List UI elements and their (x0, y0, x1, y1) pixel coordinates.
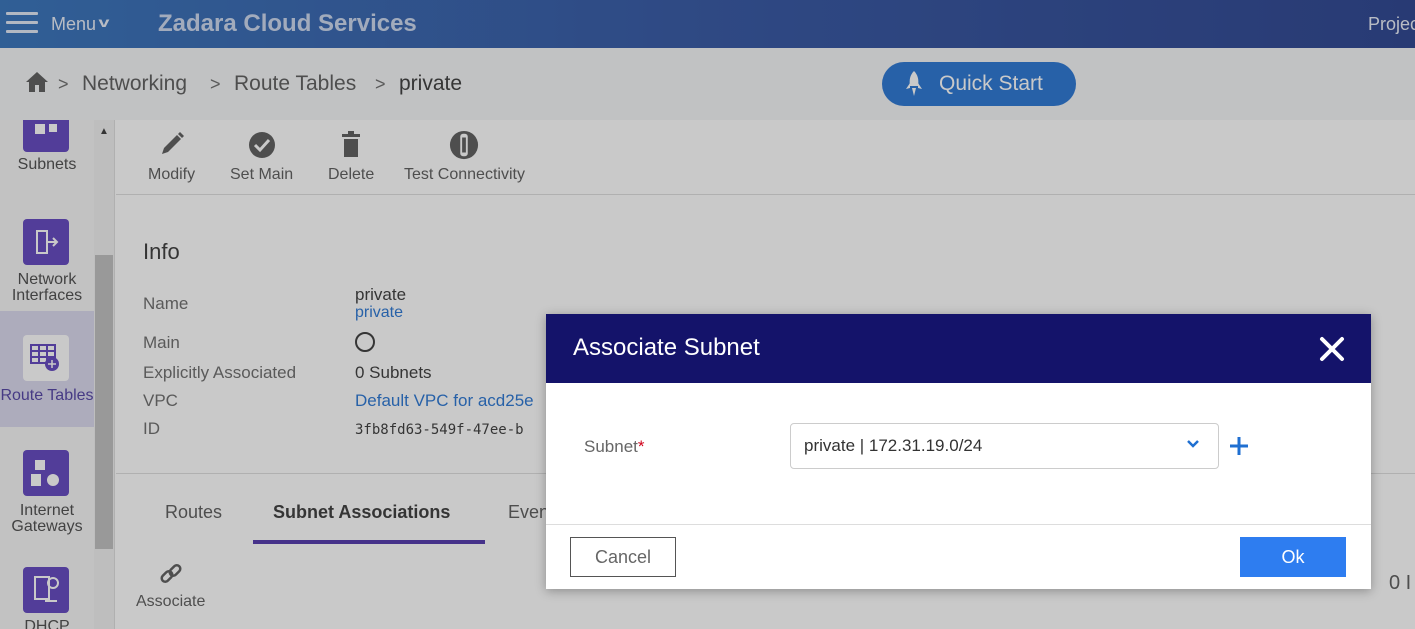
required-asterisk: * (637, 437, 645, 456)
close-icon[interactable] (1319, 336, 1345, 362)
dialog-title: Associate Subnet (573, 334, 760, 361)
ok-button[interactable]: Ok (1240, 537, 1346, 577)
add-subnet-button[interactable] (1228, 435, 1250, 457)
associate-subnet-dialog: Associate Subnet Subnet* private | 172.3… (546, 314, 1371, 589)
dialog-footer-divider (546, 524, 1371, 525)
dialog-header: Associate Subnet (546, 314, 1371, 383)
subnet-selected-value: private | 172.31.19.0/24 (804, 436, 983, 455)
subnet-field-label: Subnet* (584, 437, 645, 457)
cancel-button[interactable]: Cancel (570, 537, 676, 577)
subnet-select[interactable]: private | 172.31.19.0/24 (790, 423, 1219, 469)
subnet-label-text: Subnet (584, 437, 638, 456)
chevron-down-icon[interactable] (1185, 438, 1201, 450)
